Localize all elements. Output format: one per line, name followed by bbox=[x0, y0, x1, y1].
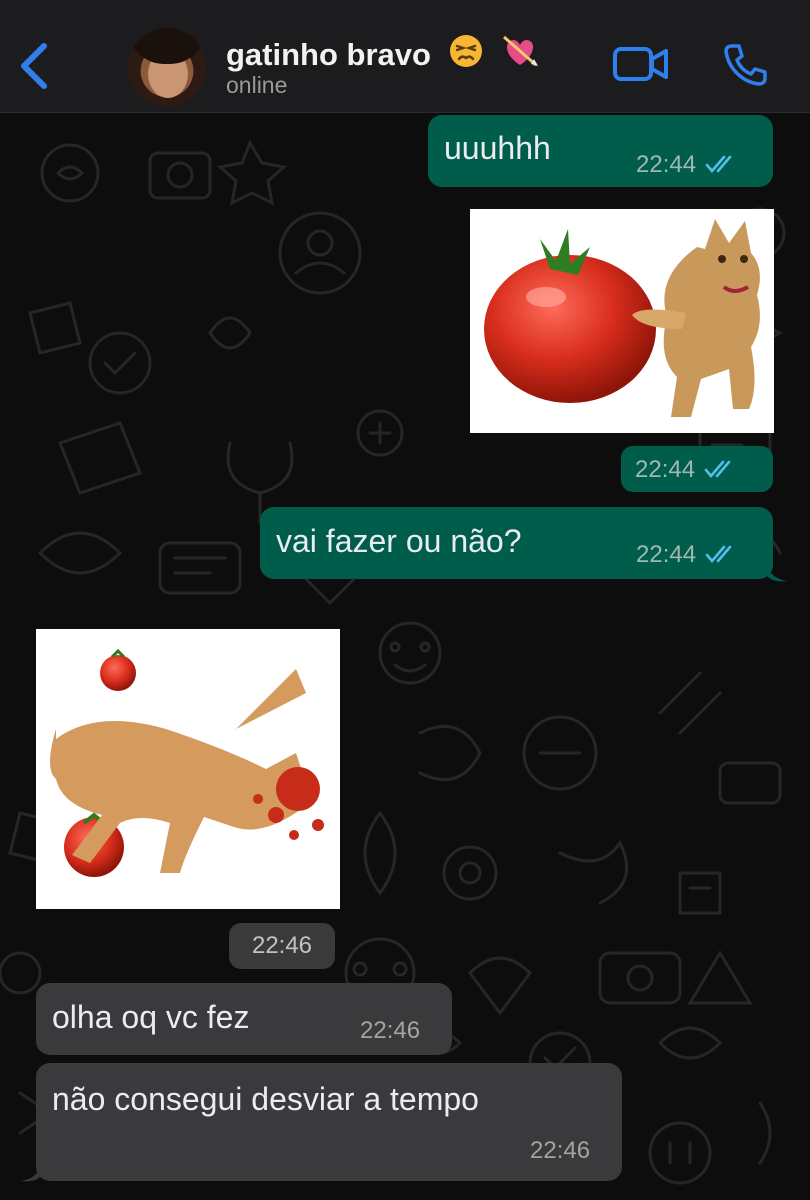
bubble-tail bbox=[766, 563, 788, 582]
message-time: 22:44 bbox=[636, 541, 738, 569]
incoming-image-message[interactable] bbox=[36, 629, 340, 909]
tomato-punch-cat-sticker bbox=[484, 219, 760, 417]
message-time-text: 22:44 bbox=[635, 456, 696, 483]
bubble-tail bbox=[20, 1163, 42, 1182]
heart-with-arrow-emoji-icon bbox=[503, 35, 539, 67]
video-call-icon[interactable] bbox=[612, 44, 670, 84]
image-timestamp: 22:44 bbox=[621, 446, 773, 492]
message-time: 22:46 bbox=[360, 1017, 421, 1044]
message-text: vai fazer ou não? bbox=[276, 523, 522, 559]
timestamp-pill: 22:46 bbox=[229, 923, 335, 969]
phone-call-icon[interactable] bbox=[722, 42, 768, 88]
contact-name[interactable]: gatinho bravo bbox=[226, 33, 540, 73]
message-time: 22:44 bbox=[635, 456, 737, 484]
outgoing-message[interactable]: vai fazer ou não? 22:44 bbox=[260, 507, 773, 579]
read-receipt-ticks-icon bbox=[705, 155, 732, 174]
contact-name-text: gatinho bravo bbox=[226, 37, 431, 72]
read-receipt-ticks-icon bbox=[704, 460, 731, 479]
message-time: 22:44 bbox=[636, 151, 738, 179]
message-list[interactable]: uuuhhh 22:44 22:44 vai fazer ou não? 22:… bbox=[0, 113, 810, 1200]
back-chevron-icon[interactable] bbox=[14, 38, 54, 94]
contact-avatar[interactable] bbox=[128, 28, 206, 106]
persevering-face-emoji-icon bbox=[449, 35, 482, 67]
cat-splattered-tomato-sticker bbox=[50, 648, 324, 877]
outgoing-message[interactable]: uuuhhh 22:44 bbox=[428, 115, 773, 187]
timestamp-pill-text: 22:46 bbox=[251, 932, 313, 959]
incoming-message[interactable]: olha oq vc fez 22:46 bbox=[36, 983, 452, 1055]
contact-status: online bbox=[226, 72, 288, 98]
avatar-hair bbox=[128, 28, 206, 64]
chat-header: gatinho bravo online bbox=[0, 0, 810, 113]
incoming-message[interactable]: não consegui desviar a tempo 22:46 bbox=[36, 1063, 622, 1181]
message-time: 22:46 bbox=[530, 1137, 591, 1164]
message-text: uuuhhh bbox=[444, 130, 551, 166]
message-time-text: 22:44 bbox=[636, 541, 697, 568]
message-text: não consegui desviar a tempo bbox=[52, 1081, 479, 1117]
message-text: olha oq vc fez bbox=[52, 999, 250, 1035]
outgoing-image-message[interactable] bbox=[470, 209, 774, 433]
message-time-text: 22:44 bbox=[636, 151, 697, 178]
read-receipt-ticks-icon bbox=[705, 545, 732, 564]
